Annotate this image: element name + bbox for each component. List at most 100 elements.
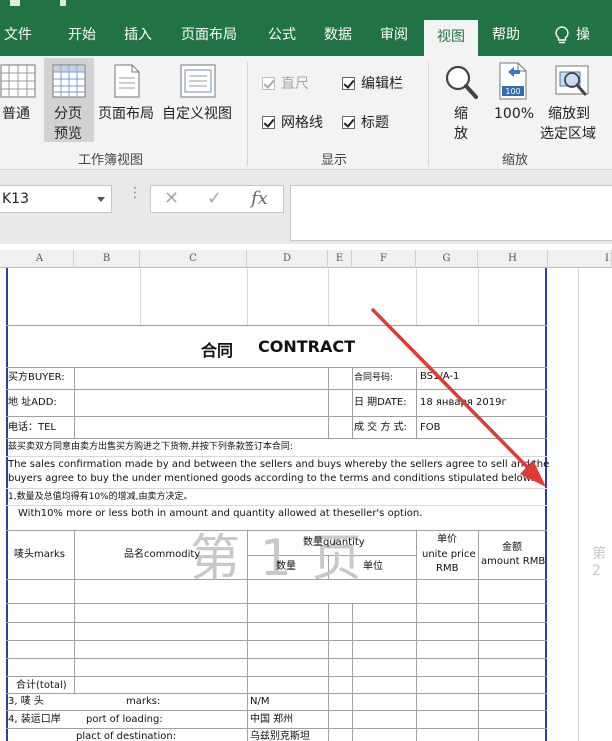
row5-label-en: plact of destination: [76, 731, 177, 741]
address-label: 地 址ADD: [8, 397, 57, 408]
tab-help[interactable]: 帮助 [482, 18, 530, 56]
grid-line [328, 367, 329, 438]
checkbox-check-icon [262, 77, 275, 90]
intro-cn: 兹买卖双方同意由卖方出售买方购进之下货物,并按下列条款签订本合同: [8, 442, 293, 452]
column-header-b[interactable]: B [74, 250, 140, 268]
ruler-checkbox[interactable]: 直尺 [262, 73, 309, 93]
tab-data[interactable]: 数据 [314, 18, 362, 56]
enter-icon[interactable]: ✓ [207, 188, 222, 209]
checkbox-check-icon [262, 116, 275, 129]
page-break-preview-button[interactable]: 分页 预览 [44, 58, 94, 142]
table-header-price-en: unite price [422, 549, 476, 560]
headings-checkbox[interactable]: 标题 [342, 112, 389, 132]
column-header-a[interactable]: A [6, 250, 74, 268]
tab-home[interactable]: 开始 [58, 18, 106, 56]
tab-review[interactable]: 审阅 [370, 18, 418, 56]
page-break-preview-icon [52, 64, 86, 98]
zoom-button[interactable]: 缩 放 [438, 58, 484, 142]
page-layout-icon [114, 64, 140, 98]
table-header-quantity: 数量quantity [303, 537, 365, 548]
grid-line [416, 367, 417, 438]
grid-line [6, 728, 547, 729]
column-header-d[interactable]: D [247, 250, 328, 268]
grid-line [6, 389, 547, 390]
undo-icon[interactable] [60, 0, 66, 6]
grid-line [6, 416, 547, 417]
date-value[interactable]: 18 января 2019г [420, 397, 507, 409]
checkbox-check-icon [342, 77, 355, 90]
table-header-qty-number: 数量 [276, 561, 296, 572]
insert-function-icon[interactable]: fx [251, 188, 268, 209]
formula-buttons: ✕ ✓ fx [150, 185, 284, 213]
formula-bar: K13 ⋮ ✕ ✓ fx [0, 170, 612, 244]
grid-line [6, 456, 547, 457]
quick-access-icon[interactable] [10, 0, 20, 6]
date-label: 日 期DATE: [354, 397, 407, 408]
formula-input[interactable] [290, 185, 612, 241]
grid-line [140, 268, 141, 325]
table-header-price-cn: 单价 [437, 534, 457, 545]
page-layout-view-label: 页面布局 [98, 106, 154, 122]
ribbon-tab-bar: 文件 开始 插入 页面布局 公式 数据 审阅 视图 帮助 操作 [0, 0, 612, 77]
row3-label-cn: 3, 唛 头 [8, 696, 44, 707]
name-box[interactable]: K13 [0, 185, 112, 213]
column-header-f[interactable]: F [352, 250, 416, 268]
resize-handle-icon[interactable]: ⋮ [128, 186, 142, 200]
normal-view-button[interactable]: 普通 [0, 58, 38, 142]
column-header-i[interactable]: I [548, 250, 612, 268]
normal-view-icon [0, 64, 36, 98]
grid-line [478, 530, 479, 741]
contract-no-value[interactable]: BS1/A-1 [420, 371, 459, 383]
grid-line [6, 693, 547, 694]
zoom-100-icon: 100 [499, 62, 527, 100]
tab-insert[interactable]: 插入 [114, 18, 162, 56]
table-header-commodity: 品名commodity [124, 549, 201, 560]
gridlines-checkbox[interactable]: 网格线 [262, 112, 323, 132]
tab-file[interactable]: 文件 [0, 18, 42, 56]
grid-line [247, 268, 248, 325]
formula-bar-checkbox[interactable]: 编辑栏 [342, 73, 403, 93]
column-header-c[interactable]: C [140, 250, 247, 268]
terms-value[interactable]: FOB [420, 422, 440, 434]
column-header-g[interactable]: G [416, 250, 478, 268]
custom-views-button[interactable]: 自定义视图 [160, 58, 238, 142]
grid-line [416, 530, 417, 741]
table-header-amount-en: amount RMB [481, 556, 546, 567]
zoom-100-button[interactable]: 100 100% [488, 58, 538, 142]
grid-line [6, 367, 547, 368]
zoom-to-selection-label-2: 选定区域 [540, 126, 596, 142]
grid-line [478, 268, 479, 325]
grid-line [328, 268, 329, 325]
row5-value[interactable]: 乌兹别克斯坦 [250, 731, 310, 741]
grid-line [6, 622, 547, 623]
row4-value[interactable]: 中国 郑州 [250, 714, 293, 726]
grid-line [352, 603, 353, 741]
tab-tell-me[interactable]: 操作 [548, 18, 612, 77]
contract-title-en: CONTRACT [258, 337, 356, 356]
lightbulb-icon [555, 26, 569, 44]
row3-value[interactable]: N/M [250, 696, 269, 708]
grid-line [6, 325, 547, 326]
column-header-h[interactable]: H [478, 250, 548, 268]
terms-label: 成 交 方 式: [354, 422, 407, 433]
tel-label: 电话：TEL [8, 422, 56, 433]
tab-formulas[interactable]: 公式 [258, 18, 306, 56]
svg-text:100: 100 [505, 87, 520, 96]
name-box-value: K13 [2, 191, 29, 207]
page-number-watermark: 第 1 页 [190, 529, 364, 587]
intro-en-2: buyers agree to buy the under mentioned … [8, 473, 534, 484]
cancel-icon[interactable]: ✕ [164, 188, 179, 209]
grid-line [74, 367, 75, 438]
tab-view[interactable]: 视图 [424, 18, 478, 56]
zoom-group-label: 缩放 [502, 153, 529, 168]
grid-line [6, 658, 547, 659]
intro-en-1: The sales confirmation made by and betwe… [8, 459, 550, 470]
chevron-down-icon[interactable] [97, 197, 105, 202]
tab-page-layout[interactable]: 页面布局 [171, 18, 247, 56]
zoom-to-selection-icon [555, 65, 589, 96]
clause1-cn: 1,数量及总值均得有10%的增减,由卖方决定。 [8, 492, 193, 502]
column-header-e[interactable]: E [328, 250, 352, 268]
grid-line [6, 676, 547, 677]
zoom-to-selection-button[interactable]: 缩放到 选定区域 [538, 58, 608, 142]
page-layout-view-button[interactable]: 页面布局 [96, 58, 158, 142]
